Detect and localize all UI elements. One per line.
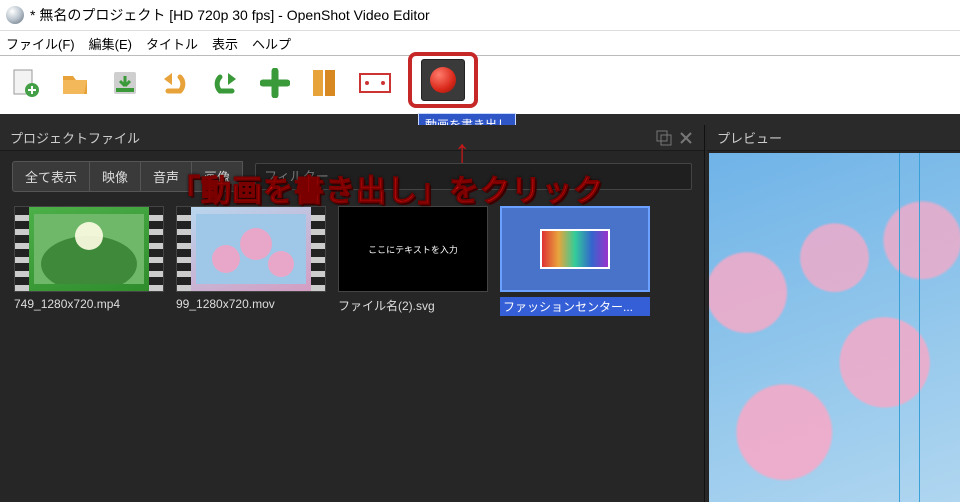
preview-title: プレビュー [717, 128, 782, 147]
export-video-highlight [408, 52, 478, 108]
preview-panel: プレビュー [707, 125, 960, 502]
list-item[interactable]: 99_1280x720.mov [176, 206, 326, 316]
preview-viewport[interactable] [709, 153, 960, 502]
menu-view[interactable]: 表示 [212, 34, 238, 53]
main-toolbar [8, 62, 952, 104]
file-label: ファイル名(2).svg [338, 297, 488, 314]
annotation-arrow: ↑ [454, 135, 470, 167]
menu-edit[interactable]: 編集(E) [89, 34, 132, 53]
save-project-button[interactable] [108, 66, 142, 100]
open-project-button[interactable] [58, 66, 92, 100]
export-video-button[interactable] [421, 59, 465, 101]
tab-video[interactable]: 映像 [90, 161, 141, 192]
app-icon [6, 6, 24, 24]
thumbnail-icon [34, 214, 144, 284]
fullscreen-button[interactable] [358, 66, 392, 100]
menu-file[interactable]: ファイル(F) [6, 34, 75, 53]
project-files-title: プロジェクトファイル [10, 128, 140, 147]
window-title: * 無名のプロジェクト [HD 720p 30 fps] - OpenShot … [30, 5, 430, 25]
file-label: 99_1280x720.mov [176, 297, 326, 311]
import-files-button[interactable] [258, 66, 292, 100]
undock-icon[interactable] [656, 130, 672, 146]
menu-help[interactable]: ヘルプ [252, 34, 291, 53]
thumbnail-grid: 749_1280x720.mp4 99_1280x720.mov ここにテキスト… [0, 198, 704, 324]
file-label: 749_1280x720.mp4 [14, 297, 164, 311]
close-panel-icon[interactable] [678, 130, 694, 146]
redo-button[interactable] [208, 66, 242, 100]
title-bar: * 無名のプロジェクト [HD 720p 30 fps] - OpenShot … [0, 0, 960, 30]
menu-bar: ファイル(F) 編集(E) タイトル 表示 ヘルプ [0, 30, 960, 56]
file-label: ファッションセンター... [500, 297, 650, 316]
list-item[interactable]: ファッションセンター... [500, 206, 650, 316]
menu-title[interactable]: タイトル [146, 34, 198, 53]
undo-button[interactable] [158, 66, 192, 100]
thumbnail-icon [196, 214, 306, 284]
thumbnail-icon [540, 229, 610, 269]
profiles-button[interactable] [308, 66, 342, 100]
list-item[interactable]: 749_1280x720.mp4 [14, 206, 164, 316]
svg-placeholder-text: ここにテキストを入力 [368, 243, 458, 256]
list-item[interactable]: ここにテキストを入力 ファイル名(2).svg [338, 206, 488, 316]
new-project-button[interactable] [8, 66, 42, 100]
record-icon [430, 67, 456, 93]
annotation-text: 「動画を書き出し」をクリック [170, 166, 604, 210]
toolbar-area [0, 56, 960, 114]
tab-show-all[interactable]: 全て表示 [12, 161, 90, 192]
